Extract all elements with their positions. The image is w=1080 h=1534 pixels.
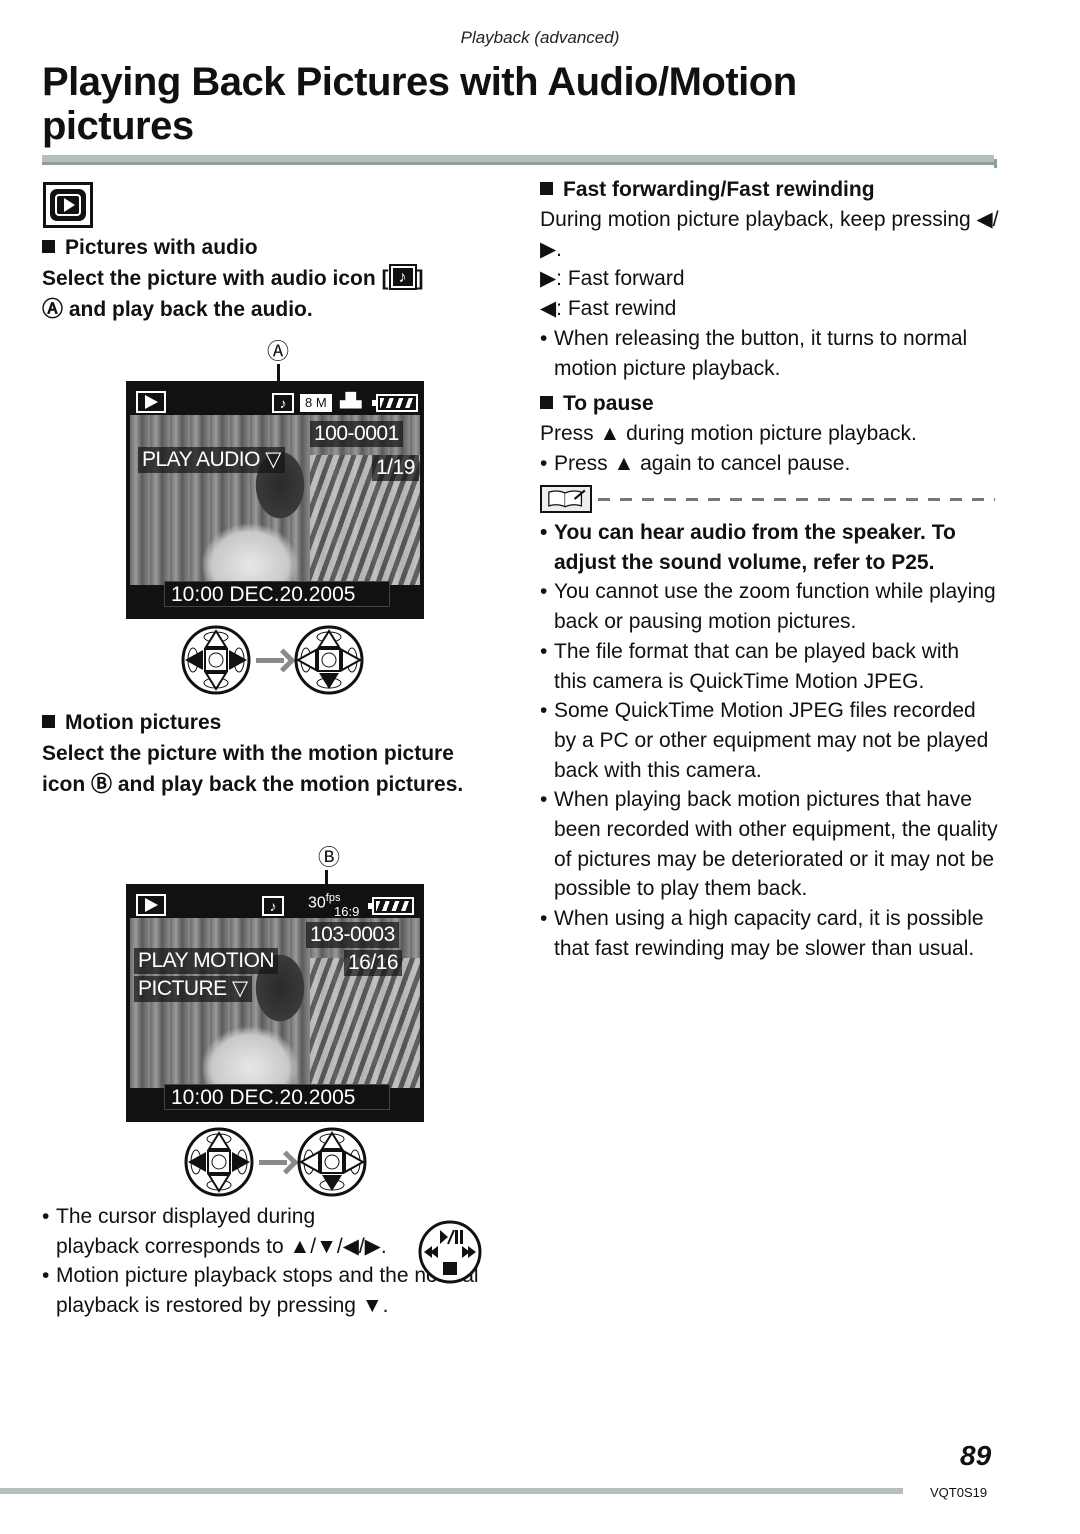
dpad-down-icon: [294, 625, 364, 695]
arrow-right-icon: [256, 654, 292, 666]
aspect-ratio: 16:9: [334, 904, 360, 919]
play-motion-label: PLAY MOTION: [134, 948, 279, 974]
motion-section: Motion pictures Select the picture with …: [42, 708, 502, 800]
ff-rewind: ◀: Fast rewind: [540, 297, 677, 321]
audio-heading: Pictures with audio: [42, 233, 502, 263]
note-item: Some QuickTime Motion JPEG files recorde…: [540, 696, 1000, 785]
dpad-down-icon: [297, 1127, 367, 1197]
page-title: Playing Back Pictures with Audio/Motion …: [42, 60, 797, 148]
audio-icon: ♪: [388, 264, 417, 290]
square-bullet-icon: [540, 396, 553, 409]
notes-divider: [540, 485, 995, 513]
note-item: You cannot use the zoom function while p…: [540, 577, 1000, 636]
battery-icon: [368, 897, 414, 915]
note-item: When playing back motion pictures that h…: [540, 785, 1000, 904]
dpad-left-right-icon: [184, 1127, 254, 1197]
motion-heading: Motion pictures: [42, 708, 502, 738]
quality-icon: ▟▙: [340, 392, 362, 408]
play-audio-label: PLAY AUDIO ▽: [138, 447, 285, 473]
pause-bullet: Press ▲ again to cancel pause.: [540, 449, 1000, 479]
size-badge: 8 M: [300, 394, 332, 412]
counter: 16/16: [344, 950, 403, 976]
book-note-icon: [540, 485, 592, 513]
audio-section: Pictures with audio Select the picture w…: [42, 233, 502, 325]
right-notes: You can hear audio from the speaker. To …: [540, 518, 1000, 964]
doc-code: VQT0S19: [930, 1485, 988, 1500]
counter: 1/19: [372, 455, 419, 481]
playback-mode-icon: [43, 182, 93, 228]
audio-icon: ♪: [262, 896, 284, 916]
page-number: 89: [960, 1440, 992, 1471]
dashed-rule: [598, 498, 995, 501]
running-head: Playback (advanced): [460, 28, 620, 47]
picture-label: PICTURE ▽: [134, 976, 252, 1002]
pause-section: To pause Press ▲ during motion picture p…: [540, 389, 1000, 478]
ff-heading: Fast forwarding/Fast rewinding: [540, 175, 1000, 205]
note-item: The cursor displayed during playback cor…: [42, 1202, 392, 1261]
title-rule: [42, 155, 997, 168]
ff-text: During motion picture playback, keep pre…: [540, 208, 999, 261]
pause-heading: To pause: [540, 389, 1000, 419]
play-icon: [136, 391, 166, 413]
square-bullet-icon: [42, 715, 55, 728]
callout-a: Ⓐ: [267, 339, 290, 364]
datetime: 10:00 DEC.20.2005: [164, 581, 390, 607]
motion-instruction: Select the picture with the motion pictu…: [42, 742, 464, 796]
dpad-left-right-icon: [181, 625, 251, 695]
playback-control-icon: [418, 1220, 482, 1284]
note-item: The file format that can be played back …: [540, 637, 970, 696]
footer-rule: [0, 1488, 903, 1494]
ff-bullet: When releasing the button, it turns to n…: [540, 324, 1000, 383]
play-icon: [136, 894, 166, 916]
audio-instruction: Select the picture with audio icon [♪] Ⓐ…: [42, 263, 502, 325]
battery-icon: [372, 394, 418, 412]
audio-icon: ♪: [272, 393, 294, 413]
file-number: 103-0003: [306, 922, 399, 948]
callout-b: Ⓑ: [318, 845, 341, 870]
motion-screen: ♪ 30fps 16:9 103-0003 PLAY MOTION 16/16 …: [126, 884, 424, 1122]
pause-text: Press ▲ during motion picture playback.: [540, 422, 917, 445]
square-bullet-icon: [42, 240, 55, 253]
file-number: 100-0001: [310, 421, 403, 447]
left-notes: The cursor displayed during playback cor…: [42, 1202, 482, 1321]
square-bullet-icon: [540, 182, 553, 195]
note-item-bold: You can hear audio from the speaker. To …: [540, 518, 1000, 577]
arrow-right-icon: [259, 1156, 295, 1168]
note-item: Motion picture playback stops and the no…: [42, 1261, 482, 1320]
ff-section: Fast forwarding/Fast rewinding During mo…: [540, 175, 1000, 383]
ff-forward: ▶: Fast forward: [540, 267, 685, 291]
note-item: When using a high capacity card, it is p…: [540, 904, 1000, 963]
audio-screen: ♪ 8 M ▟▙ 100-0001 PLAY AUDIO ▽ 1/19 10:0…: [126, 381, 424, 619]
datetime: 10:00 DEC.20.2005: [164, 1084, 390, 1110]
